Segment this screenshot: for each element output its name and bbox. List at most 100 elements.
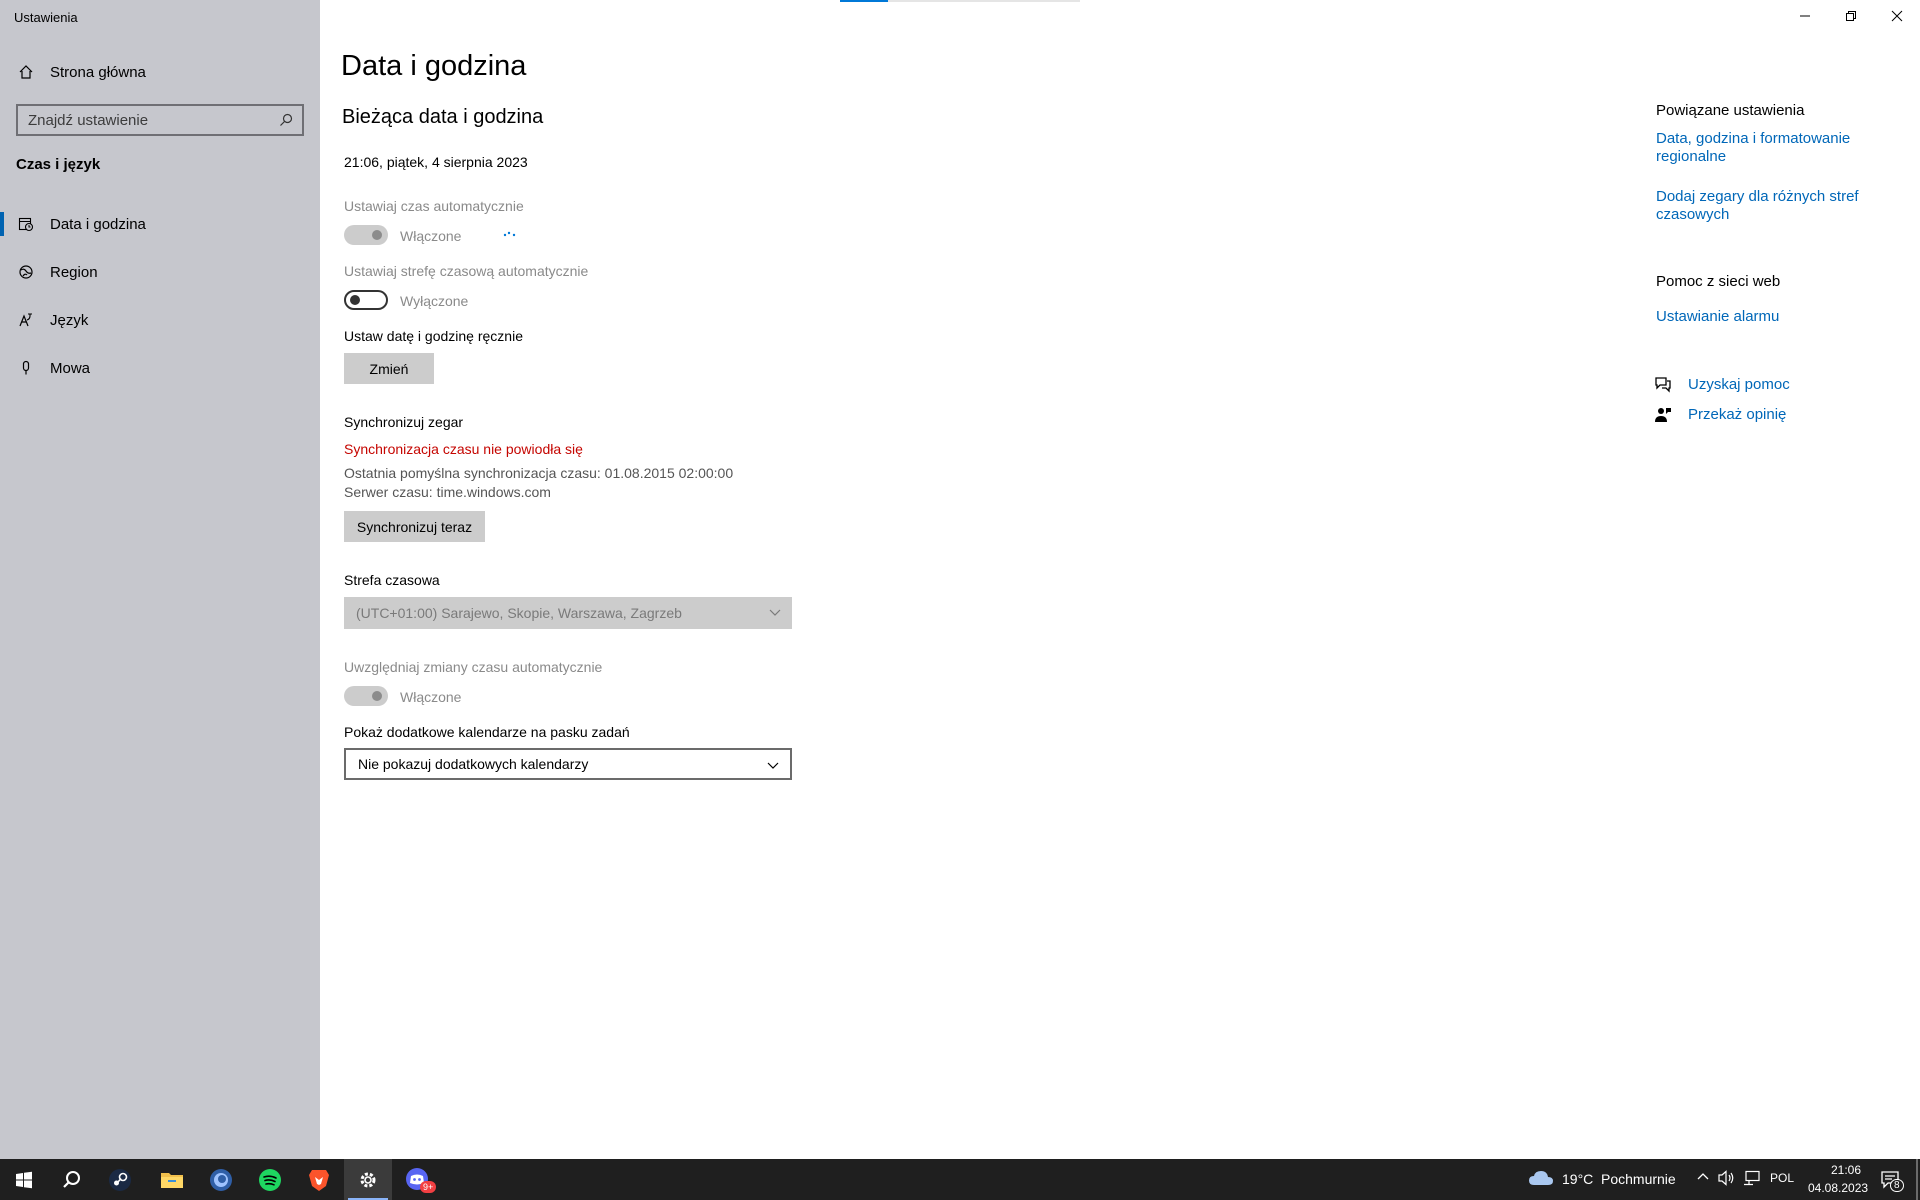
timezone-label: Strefa czasowa (344, 572, 440, 588)
volume-icon[interactable] (1718, 1170, 1736, 1189)
brave-icon (309, 1169, 329, 1191)
feedback-icon (1654, 406, 1672, 429)
steam-icon (109, 1168, 131, 1191)
link-line: regionalne (1656, 148, 1727, 165)
spotify-app[interactable] (246, 1159, 294, 1200)
network-icon[interactable] (1743, 1170, 1761, 1189)
calendars-value: Nie pokazuj dodatkowych kalendarzy (358, 756, 589, 772)
auto-tz-state: Wyłączone (400, 293, 469, 309)
time-server-text: Serwer czasu: time.windows.com (344, 484, 551, 500)
browser-app[interactable] (197, 1159, 245, 1200)
sidebar-item-speech[interactable]: Mowa (0, 348, 320, 388)
minimize-icon (1800, 15, 1810, 17)
page-title: Data i godzina (341, 50, 527, 82)
discord-app[interactable]: 9+ (394, 1159, 442, 1200)
close-button[interactable] (1874, 0, 1920, 32)
start-button[interactable] (0, 1159, 48, 1200)
notification-count: 8 (1890, 1179, 1904, 1192)
restore-icon (1846, 11, 1856, 21)
language-icon (16, 310, 36, 330)
link-line: czasowych (1656, 206, 1730, 223)
alarm-link[interactable]: Ustawianie alarmu (1656, 308, 1779, 326)
microphone-icon (16, 358, 36, 378)
get-help-link[interactable]: Uzyskaj pomoc (1688, 376, 1790, 394)
search-placeholder: Znajdź ustawienie (28, 111, 149, 129)
sidebar-item-label: Mowa (50, 359, 91, 377)
weather-desc[interactable]: Pochmurnie (1601, 1171, 1676, 1187)
minimize-button[interactable] (1782, 0, 1828, 32)
manual-set-label: Ustaw datę i godzinę ręcznie (344, 328, 523, 344)
sync-now-button[interactable]: Synchronizuj teraz (344, 511, 485, 542)
auto-time-toggle[interactable] (344, 225, 388, 245)
last-sync-text: Ostatnia pomyślna synchronizacja czasu: … (344, 465, 734, 481)
search-icon (63, 1170, 80, 1188)
file-explorer-app[interactable] (148, 1159, 196, 1200)
regional-format-link[interactable]: Data, godzina i formatowanie regionalne (1656, 130, 1850, 166)
taskbar: 9+ 19°C Pochmurnie POL 21:06 04.08.2023 … (0, 1159, 1920, 1200)
dst-label: Uwzględniaj zmiany czasu automatycznie (344, 659, 603, 675)
clock-date[interactable]: 04.08.2023 (1808, 1181, 1868, 1195)
home-icon (16, 62, 36, 82)
discord-badge: 9+ (420, 1181, 437, 1193)
timezone-value: (UTC+01:00) Sarajewo, Skopie, Warszawa, … (356, 605, 682, 621)
search-icon (278, 112, 294, 132)
sync-heading: Synchronizuj zegar (344, 414, 464, 430)
start-icon (16, 1171, 32, 1188)
auto-time-label: Ustawiaj czas automatycznie (344, 198, 524, 214)
loading-indicator (840, 0, 1080, 2)
related-settings-heading: Powiązane ustawienia (1656, 102, 1805, 119)
file-explorer-icon (161, 1172, 183, 1188)
section-heading: Czas i język (16, 156, 101, 173)
show-desktop-button[interactable] (1916, 1159, 1918, 1200)
sidebar-item-label: Język (50, 311, 89, 329)
auto-time-state: Włączone (400, 228, 462, 244)
close-icon (1891, 10, 1903, 22)
section-title: Bieżąca data i godzina (342, 106, 544, 128)
current-datetime: 21:06, piątek, 4 sierpnia 2023 (344, 154, 528, 170)
dst-toggle[interactable] (344, 686, 388, 706)
sidebar-item-language[interactable]: Język (0, 300, 320, 340)
active-indicator (0, 212, 4, 236)
busy-spinner-icon (503, 224, 517, 242)
feedback-link[interactable]: Przekaż opinię (1688, 406, 1786, 424)
sidebar: Ustawienia Strona główna Znajdź ustawien… (0, 0, 320, 1159)
app-title: Ustawienia (14, 10, 78, 25)
chevron-up-icon[interactable] (1696, 1170, 1710, 1187)
browser-icon (210, 1168, 232, 1191)
sidebar-home[interactable]: Strona główna (0, 52, 320, 92)
calendar-clock-icon (16, 214, 36, 234)
brave-app[interactable] (295, 1159, 343, 1200)
calendars-select[interactable]: Nie pokazuj dodatkowych kalendarzy (344, 748, 792, 780)
restore-button[interactable] (1828, 0, 1874, 32)
spotify-icon (259, 1168, 281, 1191)
timezone-select[interactable]: (UTC+01:00) Sarajewo, Skopie, Warszawa, … (344, 597, 792, 629)
sidebar-item-region[interactable]: Region (0, 252, 320, 292)
calendars-label: Pokaż dodatkowe kalendarze na pasku zada… (344, 724, 630, 740)
link-line: Data, godzina i formatowanie (1656, 130, 1851, 147)
sync-error-text: Synchronizacja czasu nie powiodła się (344, 441, 583, 457)
settings-icon (360, 1172, 376, 1187)
sidebar-item-label: Data i godzina (50, 215, 146, 233)
chevron-down-icon (766, 758, 780, 775)
language-indicator[interactable]: POL (1770, 1171, 1794, 1185)
change-button[interactable]: Zmień (344, 353, 434, 384)
settings-app[interactable] (344, 1159, 392, 1200)
taskbar-search-button[interactable] (48, 1159, 96, 1200)
system-tray: 19°C Pochmurnie POL 21:06 04.08.2023 8 (1526, 1159, 1920, 1200)
search-input[interactable]: Znajdź ustawienie (16, 104, 304, 136)
web-help-heading: Pomoc z sieci web (1656, 273, 1781, 290)
weather-icon (1528, 1169, 1554, 1190)
sidebar-home-label: Strona główna (50, 63, 146, 81)
chevron-down-icon (768, 605, 782, 622)
sidebar-item-label: Region (50, 263, 98, 281)
sidebar-item-date-time[interactable]: Data i godzina (0, 204, 320, 244)
weather-temp[interactable]: 19°C (1562, 1171, 1593, 1187)
globe-icon (16, 262, 36, 282)
get-help-icon (1654, 375, 1672, 398)
auto-tz-label: Ustawiaj strefę czasową automatycznie (344, 263, 589, 279)
add-clocks-link[interactable]: Dodaj zegary dla różnych stref czasowych (1656, 188, 1859, 224)
steam-app[interactable] (96, 1159, 144, 1200)
clock-time[interactable]: 21:06 (1816, 1163, 1876, 1177)
auto-tz-toggle[interactable] (344, 290, 388, 310)
link-line: Dodaj zegary dla różnych stref (1656, 188, 1859, 205)
